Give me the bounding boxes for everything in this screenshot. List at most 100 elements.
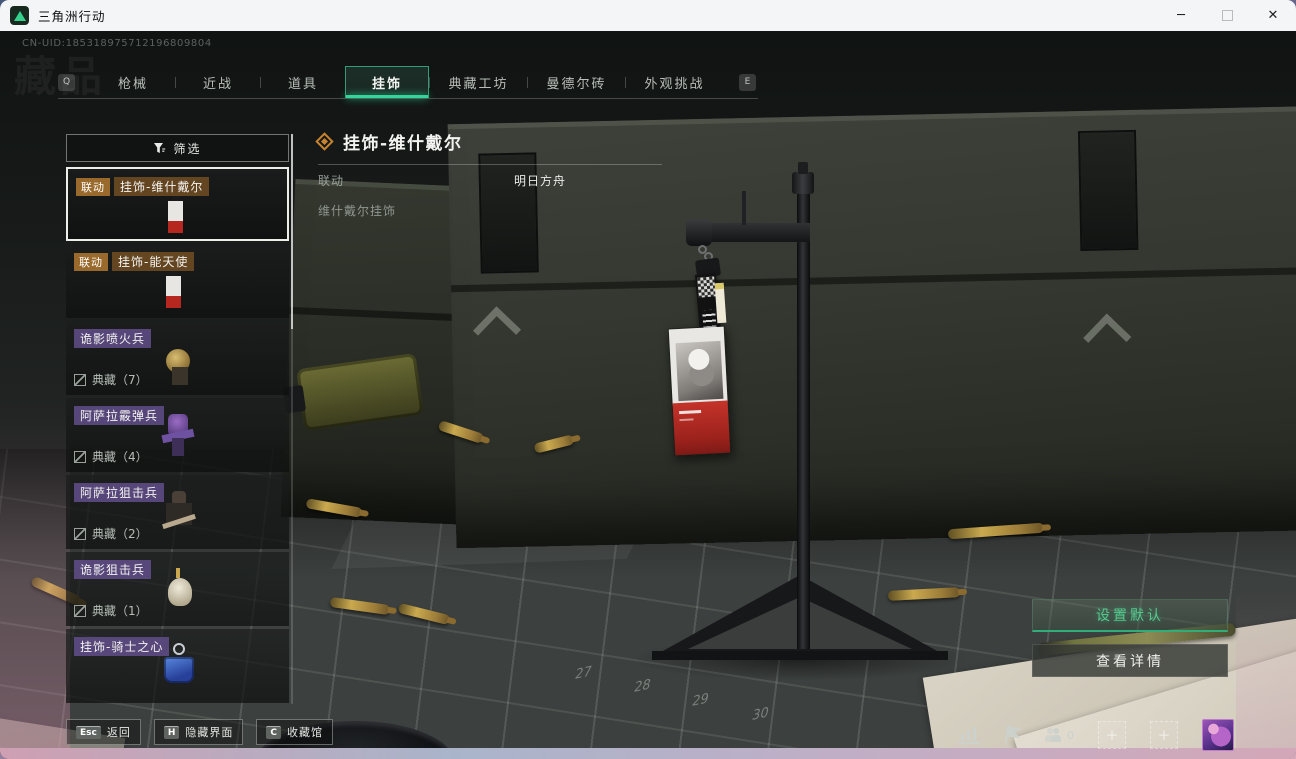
tab-melee[interactable]: 近战 [176, 66, 260, 98]
item-thumbnail [162, 491, 196, 537]
shortcut-label: 返回 [106, 726, 131, 739]
item-label: 挂饰-维什戴尔 [114, 177, 210, 196]
collection-count: 典藏（7） [74, 371, 148, 388]
tab-label: 道具 [287, 76, 318, 92]
item-label: 挂饰-能天使 [112, 252, 195, 271]
detail-divider [318, 164, 662, 165]
charm-card-art [675, 340, 724, 402]
c-key-badge: C [266, 725, 281, 739]
collection-icon [74, 373, 86, 386]
collection-icon [74, 604, 86, 617]
item-label: 诡影喷火兵 [74, 329, 152, 348]
tab-props[interactable]: 道具 [261, 66, 345, 98]
h-key-badge: H [163, 725, 180, 739]
list-item-knights-heart[interactable]: 挂饰-骑士之心 [66, 629, 289, 703]
title-bar: 三角洲行动 ─ ✕ [0, 0, 1296, 31]
charm-list: 联动 挂饰-维什戴尔 联动 挂饰-能天使 诡影喷火兵 典藏（7） 阿萨拉霰弹兵 … [66, 167, 289, 703]
collection-count: 典藏（1） [74, 602, 148, 619]
list-item-phantom-sniper[interactable]: 诡影狙击兵 典藏（1） [66, 552, 289, 626]
tab-label: 挂饰 [371, 76, 402, 92]
charm-card-bottom [672, 400, 731, 456]
charm-card-top [668, 326, 728, 406]
stand-arm-cap [686, 219, 712, 246]
collection-tabbar: Q 枪械 近战 道具 挂饰 典藏工坊 曼德尔砖 外观挑战 E [58, 66, 756, 98]
crate-chevron [472, 306, 522, 355]
crate-chevron [1083, 313, 1132, 362]
tab-label: 外观挑战 [644, 76, 705, 92]
esc-key-badge: Esc [76, 725, 101, 739]
tab-label: 典藏工坊 [448, 76, 509, 92]
collection-count: 典藏（4） [74, 448, 148, 465]
friends-icon [1051, 728, 1061, 742]
collection-hall-button[interactable]: C 收藏馆 [256, 719, 333, 745]
item-thumbnail [160, 412, 196, 458]
stand-pole [797, 181, 810, 649]
crate-seam [451, 266, 1296, 293]
list-item-phantom-flamethrower[interactable]: 诡影喷火兵 典藏（7） [66, 321, 289, 395]
stand-pole-knob [798, 162, 808, 174]
view-details-button[interactable]: 查看详情 [1032, 644, 1228, 677]
stand-base-bar [652, 651, 948, 660]
flag-icon[interactable] [1002, 725, 1022, 745]
tab-next-key-hint[interactable]: E [739, 73, 756, 91]
tab-collection-workshop[interactable]: 典藏工坊 [430, 66, 527, 98]
stats-icon[interactable] [959, 726, 979, 744]
game-viewport: 27 28 29 30 藏品 CN-UID:185318975712196809… [0, 31, 1296, 759]
collection-icon [74, 527, 86, 540]
hud-icon-bar: 0 + + [959, 719, 1234, 751]
tab-charms[interactable]: 挂饰 [345, 66, 429, 98]
item-thumbnail [166, 568, 194, 612]
charm-card [667, 325, 732, 457]
tab-prev-key-hint[interactable]: Q [58, 73, 75, 91]
tab-firearms[interactable]: 枪械 [91, 66, 175, 98]
friends-count: 0 [1067, 728, 1074, 742]
back-button[interactable]: Esc 返回 [66, 719, 141, 745]
app-window: 三角洲行动 ─ ✕ 27 28 29 30 藏品 CN-UID:18531897… [0, 0, 1296, 759]
close-button[interactable]: ✕ [1250, 0, 1296, 31]
filter-button[interactable]: 筛选 [66, 134, 289, 162]
linkage-badge: 联动 [76, 177, 110, 196]
shortcut-label: 隐藏界面 [185, 726, 234, 739]
count-label: 典藏（7） [92, 373, 148, 387]
list-item-asala-shotgunner[interactable]: 阿萨拉霰弹兵 典藏（4） [66, 398, 289, 472]
stand-arm-pin [742, 191, 746, 225]
detail-panel: 挂饰-维什戴尔 联动 明日方舟 维什戴尔挂饰 [315, 129, 662, 219]
tab-mandel-brick[interactable]: 曼德尔砖 [528, 66, 625, 98]
linkage-badge: 联动 [74, 252, 108, 271]
maximize-icon [1221, 10, 1233, 21]
window-title: 三角洲行动 [38, 9, 106, 24]
item-label: 阿萨拉霰弹兵 [74, 406, 165, 425]
player-avatar[interactable] [1202, 719, 1234, 751]
shortcut-label: 收藏馆 [287, 726, 323, 739]
friends-button[interactable]: 0 [1045, 728, 1074, 742]
list-item-wisadel[interactable]: 联动 挂饰-维什戴尔 [66, 167, 289, 241]
count-label: 典藏（2） [92, 527, 148, 541]
tab-label: 曼德尔砖 [546, 76, 607, 92]
stand-pole-cap [792, 172, 814, 194]
property-label: 联动 [318, 174, 345, 188]
item-label: 挂饰-骑士之心 [74, 637, 170, 656]
tabbar-underline [58, 98, 758, 99]
list-item-asala-sniper[interactable]: 阿萨拉狙击兵 典藏（2） [66, 475, 289, 549]
filter-funnel-icon [154, 142, 166, 153]
minimize-button[interactable]: ─ [1158, 0, 1204, 31]
set-default-button[interactable]: 设置默认 [1032, 599, 1228, 632]
shortcut-bar: Esc 返回 H 隐藏界面 C 收藏馆 [66, 719, 333, 745]
list-item-exusiai[interactable]: 联动 挂饰-能天使 [66, 244, 289, 318]
collection-count: 典藏（2） [74, 525, 148, 542]
crate-latch [1077, 129, 1139, 252]
maximize-button[interactable] [1204, 0, 1250, 31]
tab-appearance-challenge[interactable]: 外观挑战 [626, 66, 723, 98]
strap-checker [697, 276, 716, 298]
property-value: 明日方舟 [514, 174, 567, 188]
tab-label: 近战 [202, 76, 233, 92]
team-slot-add-button[interactable]: + [1098, 721, 1126, 749]
item-thumbnail [162, 345, 196, 385]
detail-title: 挂饰-维什戴尔 [343, 134, 463, 154]
list-scrollbar-thumb[interactable] [291, 134, 293, 329]
team-slot-add-button[interactable]: + [1150, 721, 1178, 749]
item-label: 诡影狙击兵 [74, 560, 152, 579]
uid-text: CN-UID:185318975712196809804 [22, 38, 212, 49]
app-logo-icon [10, 6, 29, 25]
hide-ui-button[interactable]: H 隐藏界面 [153, 719, 244, 745]
